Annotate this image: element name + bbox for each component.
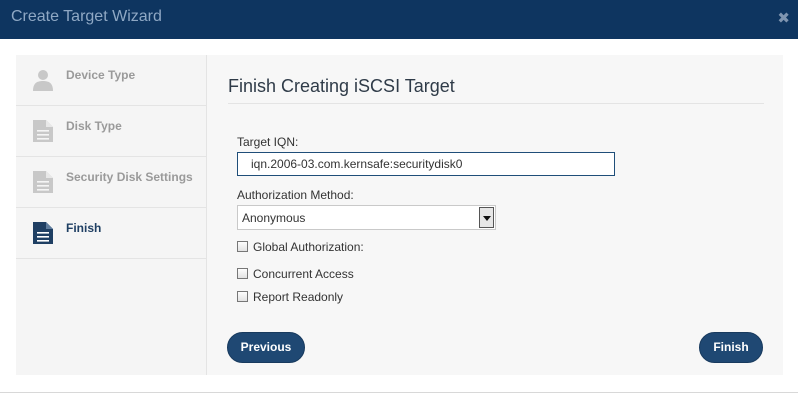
step-label: Security Disk Settings — [66, 170, 193, 184]
step-disk-type[interactable]: Disk Type — [16, 106, 206, 157]
wizard-body: Device Type Disk Type Security Disk Sett… — [16, 55, 783, 375]
finish-button[interactable]: Finish — [699, 332, 763, 363]
checkbox-label: Concurrent Access — [253, 267, 354, 281]
checkbox-label: Report Readonly — [253, 290, 344, 304]
wizard-steps-sidebar: Device Type Disk Type Security Disk Sett… — [16, 55, 206, 375]
chevron-down-icon[interactable] — [479, 207, 494, 228]
footer-divider — [0, 392, 798, 393]
step-label: Disk Type — [66, 119, 122, 133]
step-device-type[interactable]: Device Type — [16, 55, 206, 106]
title-divider — [228, 103, 764, 104]
document-icon — [32, 170, 54, 194]
document-icon — [32, 221, 54, 245]
window-titlebar: Create Target Wizard ✖ — [0, 0, 798, 39]
concurrent-access-checkbox[interactable] — [237, 268, 248, 279]
report-readonly-checkbox[interactable] — [237, 291, 248, 302]
step-label: Finish — [66, 221, 102, 235]
global-authorization-checkbox[interactable] — [237, 241, 248, 252]
window-title: Create Target Wizard — [11, 8, 162, 25]
auth-method-select[interactable]: Anonymous — [237, 205, 496, 230]
finish-panel: Finish Creating iSCSI Target Target IQN:… — [207, 55, 783, 375]
target-iqn-input[interactable]: iqn.2006-03.com.kernsafe:securitydisk0 — [237, 152, 615, 176]
previous-button[interactable]: Previous — [227, 332, 305, 363]
checkbox-label: Global Authorization: — [253, 240, 364, 254]
step-security-disk-settings[interactable]: Security Disk Settings — [16, 157, 206, 208]
step-finish[interactable]: Finish — [16, 208, 206, 259]
page-title: Finish Creating iSCSI Target — [228, 76, 455, 96]
auth-method-value: Anonymous — [242, 211, 306, 225]
step-label: Device Type — [66, 68, 136, 82]
close-icon[interactable]: ✖ — [777, 9, 790, 27]
user-icon — [32, 68, 54, 92]
document-icon — [32, 119, 54, 143]
target-iqn-label: Target IQN: — [237, 135, 299, 149]
auth-method-label: Authorization Method: — [237, 188, 354, 202]
